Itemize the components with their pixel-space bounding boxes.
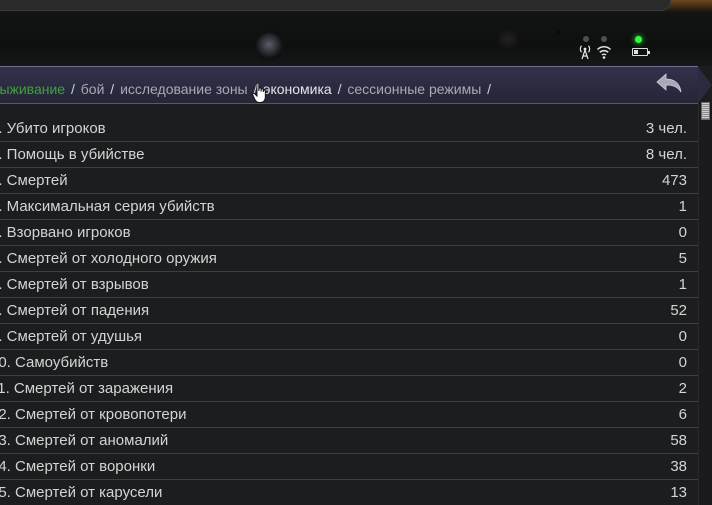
stat-value: 58 (670, 432, 687, 449)
stat-value: 6 (678, 406, 687, 423)
stat-label: 5. Взорвано игроков (0, 224, 131, 241)
stat-value: 3 чел. (645, 120, 687, 137)
stat-value: 0 (678, 328, 687, 345)
breadcrumb-separator: / (110, 81, 115, 97)
stats-list: 1. Убито игроков 3 чел. 2. Помощь в убий… (0, 116, 698, 505)
breadcrumb: выживание / бой / исследование зоны / эк… (0, 80, 493, 98)
stat-row: 1. Убито игроков 3 чел. (0, 116, 698, 142)
radio-antenna-icon (579, 45, 591, 60)
bezel-rim-inner (0, 0, 671, 11)
breadcrumb-session-modes[interactable]: сессионные режимы (347, 81, 481, 97)
stat-label: 15. Смертей от карусели (0, 484, 163, 501)
stat-label: 1. Убито игроков (0, 120, 106, 137)
stat-label: 7. Смертей от взрывов (0, 276, 149, 293)
stat-label: 12. Смертей от кровопотери (0, 406, 187, 423)
breadcrumb-separator: / (337, 81, 342, 97)
stat-row: 13. Смертей от аномалий 58 (0, 428, 698, 454)
stat-row: 9. Смертей от удушья 0 (0, 324, 698, 350)
indicator-dot-icon (556, 30, 560, 34)
led-indicator-icon (601, 36, 607, 42)
breadcrumb-survival[interactable]: выживание (0, 81, 65, 97)
stat-row: 4. Максимальная серия убийств 1 (0, 194, 698, 220)
scrollbar-thumb[interactable] (701, 102, 710, 120)
stat-label: 8. Смертей от падения (0, 302, 150, 319)
pda-screen: выживание / бой / исследование зоны / эк… (0, 0, 712, 505)
stat-value: 13 (670, 484, 687, 501)
stat-row: 15. Смертей от карусели 13 (0, 480, 698, 505)
stat-row: 12. Смертей от кровопотери 6 (0, 402, 698, 428)
breadcrumb-combat[interactable]: бой (81, 81, 105, 97)
stat-value: 2 (678, 380, 687, 397)
stat-row: 11. Смертей от заражения 2 (0, 376, 698, 402)
stat-row: 7. Смертей от взрывов 1 (0, 272, 698, 298)
stat-value: 0 (678, 224, 687, 241)
stat-label: 6. Смертей от холодного оружия (0, 250, 217, 267)
stat-value: 1 (678, 276, 687, 293)
wifi-icon (596, 45, 612, 59)
stat-row: 14. Смертей от воронки 38 (0, 454, 698, 480)
stat-value: 0 (678, 354, 687, 371)
battery-icon (632, 48, 650, 56)
stat-row: 3. Смертей 473 (0, 168, 698, 194)
breadcrumb-economy[interactable]: экономика (263, 81, 331, 97)
breadcrumb-separator: / (487, 81, 492, 97)
stat-row: 10. Самоубийств 0 (0, 350, 698, 376)
stat-row: 2. Помощь в убийстве 8 чел. (0, 142, 698, 168)
device-bezel (0, 0, 712, 66)
stat-label: 11. Смертей от заражения (0, 380, 174, 397)
stat-row: 5. Взорвано игроков 0 (0, 220, 698, 246)
stat-value: 473 (661, 172, 687, 189)
led-indicator-icon (583, 36, 589, 42)
sensor-icon (498, 29, 518, 49)
stat-value: 38 (670, 458, 687, 475)
hand-pointer-icon (252, 82, 266, 103)
stat-label: 10. Самоубийств (0, 354, 109, 371)
stat-label: 13. Смертей от аномалий (0, 432, 169, 449)
stat-value: 5 (678, 250, 687, 267)
stat-row: 6. Смертей от холодного оружия 5 (0, 246, 698, 272)
stat-label: 14. Смертей от воронки (0, 458, 156, 475)
stat-value: 8 чел. (645, 146, 687, 163)
camera-lens-icon (256, 33, 282, 59)
stat-label: 9. Смертей от удушья (0, 328, 143, 345)
back-arrow-icon[interactable] (654, 72, 684, 94)
scrollbar[interactable] (698, 102, 712, 505)
stat-value: 52 (670, 302, 687, 319)
battery-level (634, 50, 638, 54)
stat-label: 4. Максимальная серия убийств (0, 198, 215, 215)
breadcrumb-zone-exploration[interactable]: исследование зоны (120, 81, 248, 97)
stat-label: 2. Помощь в убийстве (0, 146, 145, 163)
stat-label: 3. Смертей (0, 172, 68, 189)
breadcrumb-separator: / (70, 81, 75, 97)
stat-value: 1 (678, 198, 687, 215)
stat-row: 8. Смертей от падения 52 (0, 298, 698, 324)
status-led-icon (635, 36, 642, 43)
